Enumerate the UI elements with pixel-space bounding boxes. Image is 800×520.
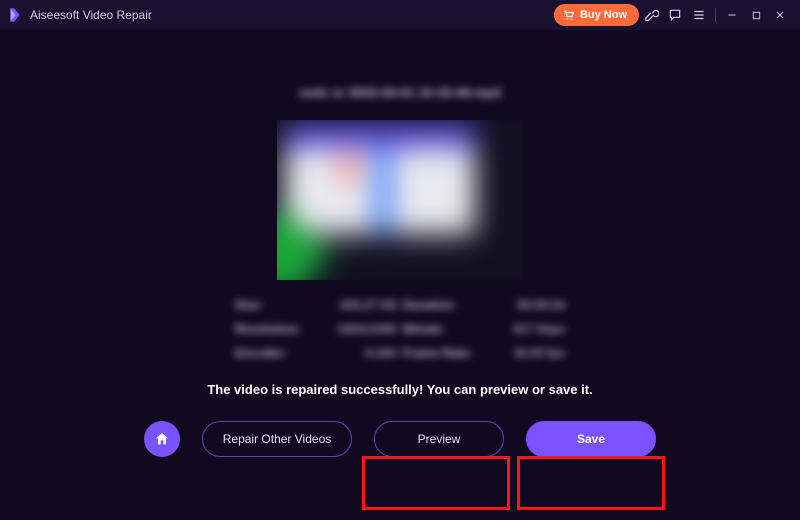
- meta-duration-label: Duration:: [403, 298, 481, 312]
- register-key-icon[interactable]: [639, 0, 663, 30]
- title-bar: Aiseesoft Video Repair Buy Now: [0, 0, 800, 30]
- highlight-save: [517, 456, 665, 510]
- highlight-preview: [362, 456, 510, 510]
- preview-button[interactable]: Preview: [374, 421, 504, 457]
- home-icon: [154, 431, 170, 447]
- status-message: The video is repaired successfully! You …: [207, 382, 592, 397]
- app-title: Aiseesoft Video Repair: [30, 8, 152, 22]
- meta-duration-value: 00:00:04: [487, 298, 565, 312]
- save-button[interactable]: Save: [526, 421, 656, 457]
- app-logo-icon: [6, 6, 24, 24]
- home-button[interactable]: [144, 421, 180, 457]
- video-metadata: Size: 429.27 KB Duration: 00:00:04 Resol…: [235, 298, 565, 360]
- meta-framerate-label: Frame Rate:: [403, 346, 481, 360]
- titlebar-separator: [715, 8, 716, 22]
- meta-resolution-value: 1920x1080: [319, 322, 397, 336]
- meta-framerate-value: 30.00 fps: [487, 346, 565, 360]
- feedback-icon[interactable]: [663, 0, 687, 30]
- meta-bitrate-value: 817 kbps: [487, 322, 565, 336]
- meta-size-label: Size:: [235, 298, 313, 312]
- meta-encoder-value: H.264: [319, 346, 397, 360]
- menu-icon[interactable]: [687, 0, 711, 30]
- cart-icon: [562, 9, 575, 21]
- buy-now-label: Buy Now: [580, 9, 627, 21]
- meta-bitrate-label: Bitrate:: [403, 322, 481, 336]
- action-row: Repair Other Videos Preview Save: [144, 421, 656, 457]
- meta-size-value: 429.27 KB: [319, 298, 397, 312]
- file-name: xxdc xr 2022-04-01 10-33-49.mp4: [299, 85, 501, 100]
- minimize-button[interactable]: [720, 0, 744, 30]
- buy-now-button[interactable]: Buy Now: [554, 4, 639, 26]
- meta-resolution-label: Resolution:: [235, 322, 313, 336]
- video-thumbnail: [277, 120, 523, 280]
- meta-encoder-label: Encoder:: [235, 346, 313, 360]
- close-button[interactable]: [768, 0, 792, 30]
- main-panel: xxdc xr 2022-04-01 10-33-49.mp4 Size: 42…: [0, 30, 800, 520]
- repair-other-videos-button[interactable]: Repair Other Videos: [202, 421, 352, 457]
- maximize-button[interactable]: [744, 0, 768, 30]
